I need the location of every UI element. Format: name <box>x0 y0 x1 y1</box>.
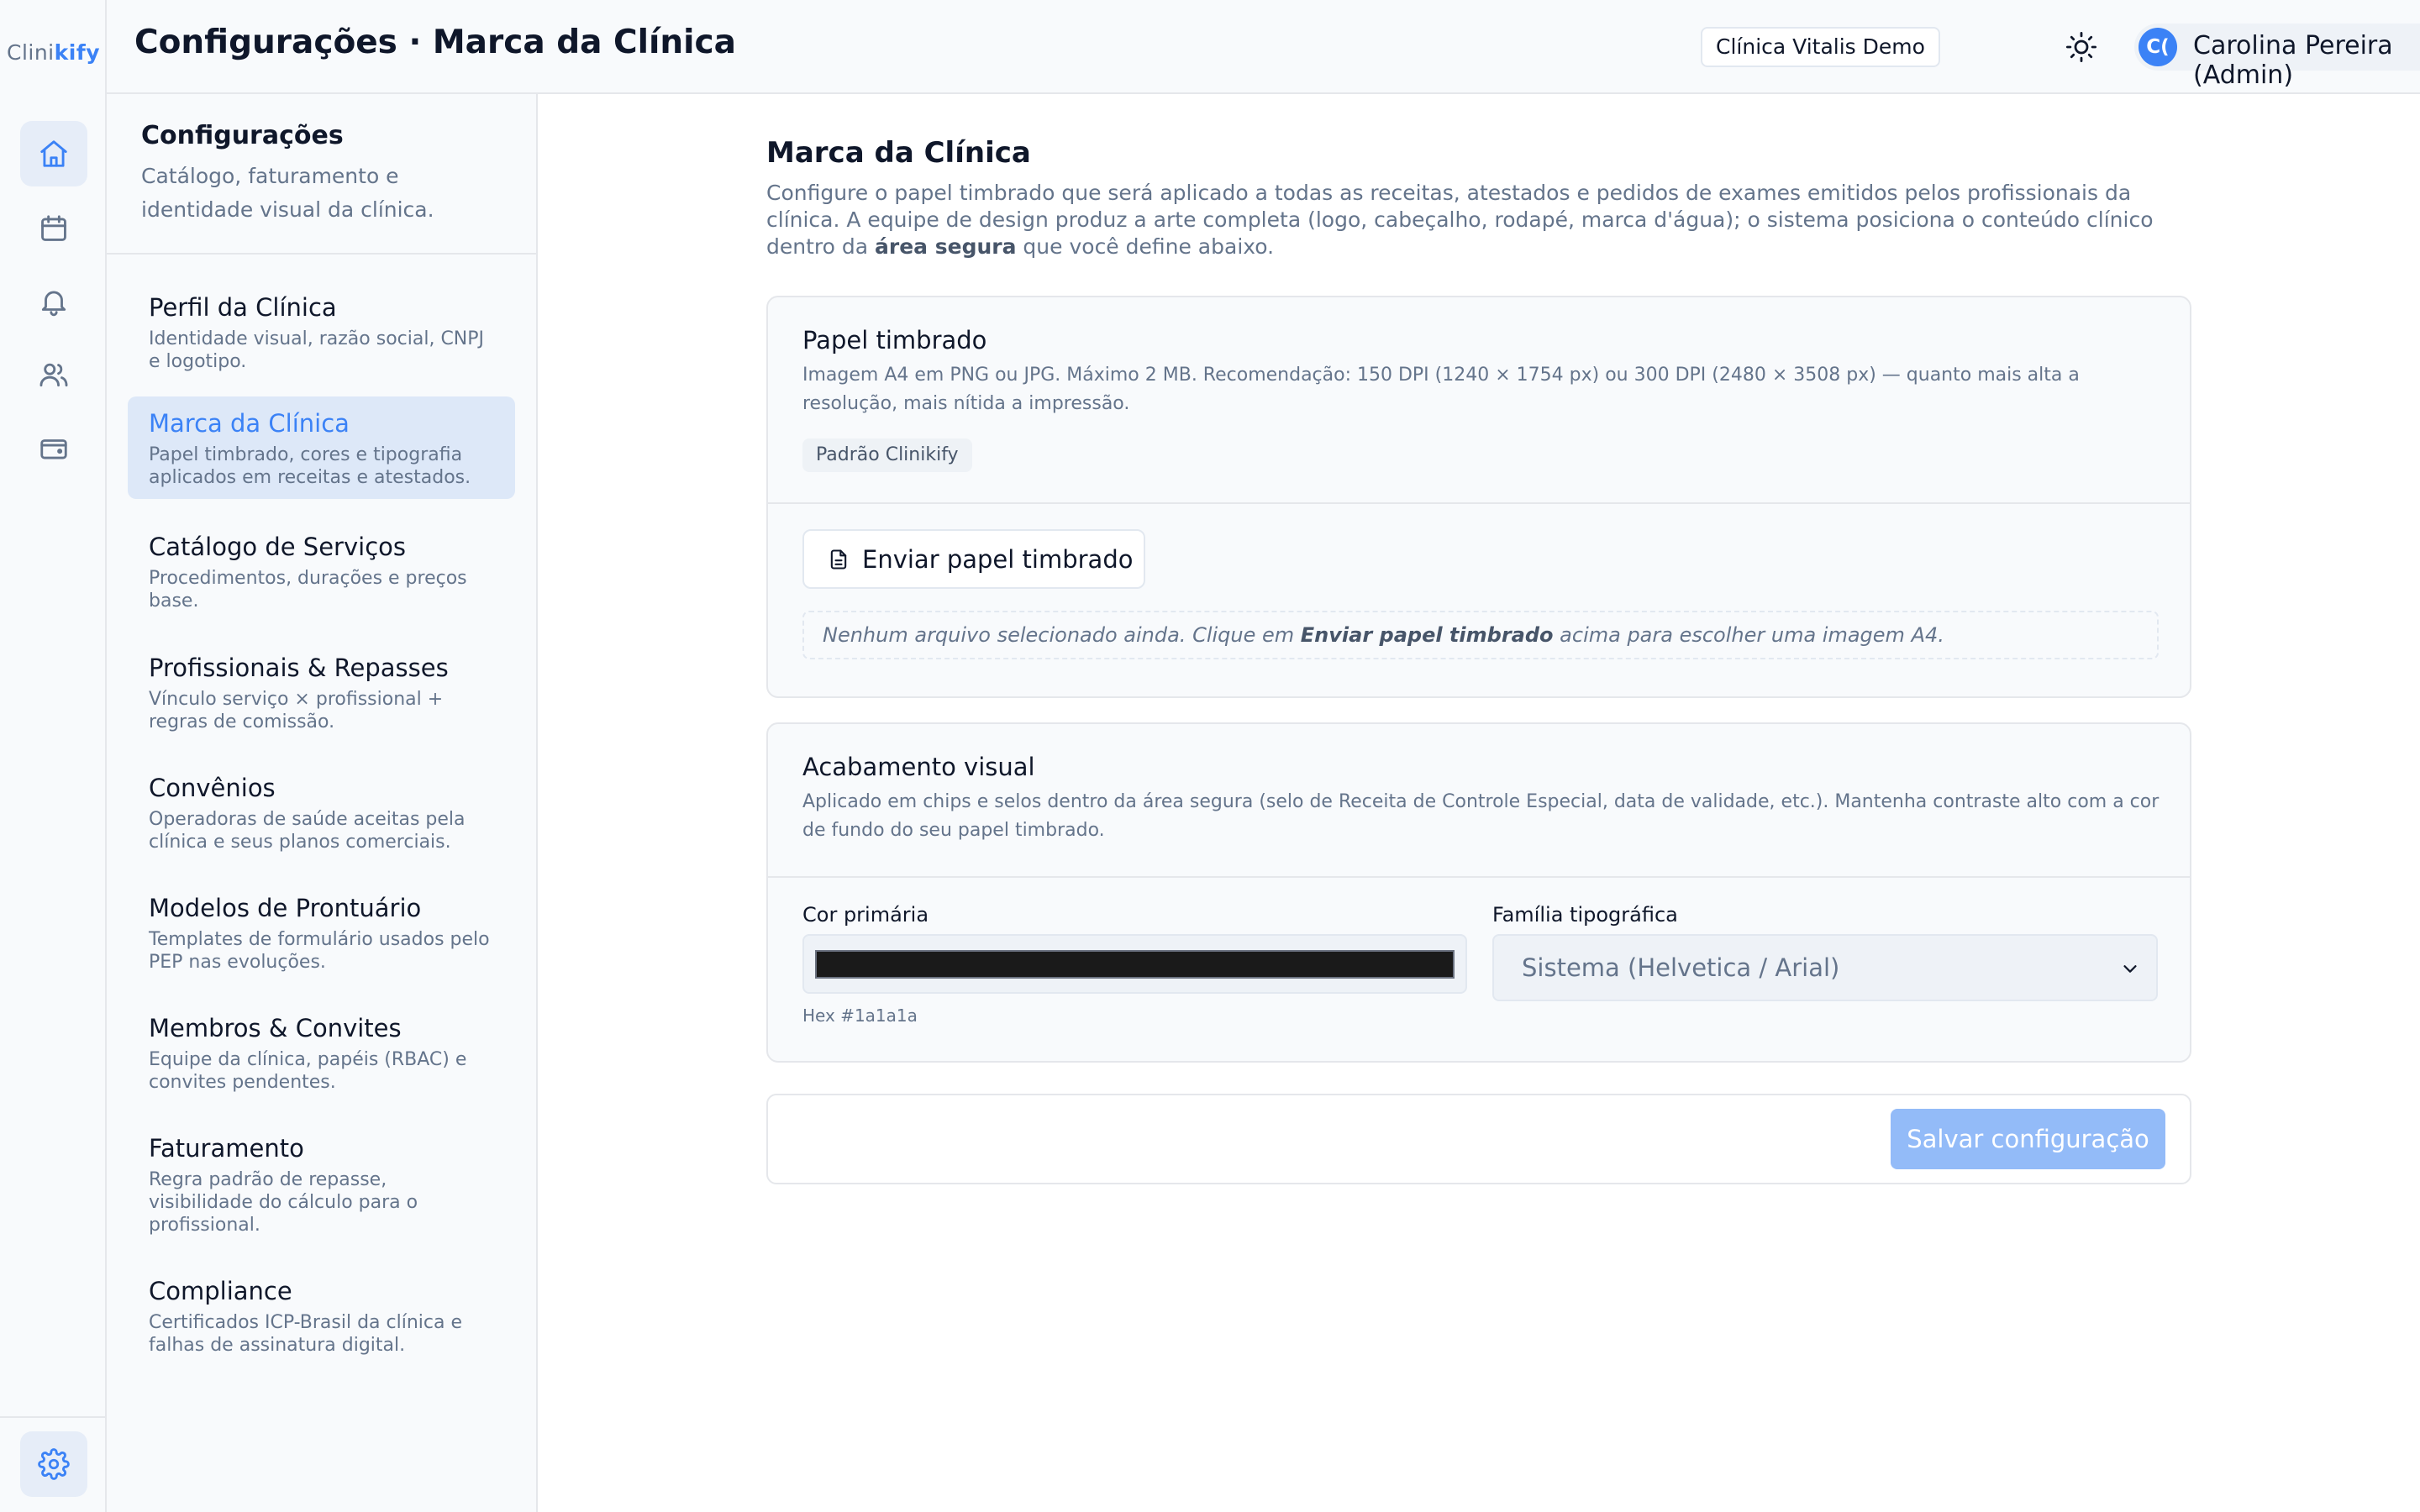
status-badge: Padrão Clinikify <box>802 438 972 472</box>
primary-color-picker[interactable] <box>802 934 1467 994</box>
nav-item-perfil-da-clinica[interactable]: Perfil da Clínica Identidade visual, raz… <box>128 281 515 383</box>
nav-item-label: Faturamento <box>149 1134 304 1163</box>
save-configuration-button[interactable]: Salvar configuração <box>1891 1109 2165 1169</box>
rail-divider <box>0 1416 107 1418</box>
nav-item-convenios[interactable]: Convênios Operadoras de saúde aceitas pe… <box>128 761 515 864</box>
section-description: Configure o papel timbrado que será apli… <box>766 181 2154 259</box>
visual-finish-description: Aplicado em chips e selos dentro da área… <box>802 791 2160 841</box>
rail-calendar-button[interactable] <box>20 196 87 261</box>
hex-value-note: Hex #1a1a1a <box>802 1005 918 1026</box>
bell-icon <box>41 291 66 317</box>
color-swatch <box>815 950 1455 979</box>
gear-icon <box>38 1448 70 1480</box>
nav-item-label: Profissionais & Repasses <box>149 654 449 682</box>
nav-item-label: Compliance <box>149 1277 292 1305</box>
font-family-select[interactable]: Sistema (Helvetica / Arial) <box>1492 934 2158 1001</box>
save-bar: Salvar configuração <box>766 1094 2191 1184</box>
nav-item-compliance[interactable]: Compliance Certificados ICP-Brasil da cl… <box>128 1264 515 1367</box>
top-bar: Configurações · Marca da Clínica Clínica… <box>107 0 2420 94</box>
upload-letterhead-button[interactable]: Enviar papel timbrado <box>802 529 1145 589</box>
nav-item-label: Catálogo de Serviços <box>149 533 406 561</box>
nav-item-description: Regra padrão de repasse, visibilidade do… <box>149 1169 418 1236</box>
visual-finish-card: Acabamento visual Aplicado em chips e se… <box>766 722 2191 1063</box>
nav-item-description: Certificados ICP-Brasil da clínica e fal… <box>149 1312 463 1356</box>
app-logo[interactable]: Clinikify <box>0 40 107 65</box>
nav-item-description: Equipe da clínica, papéis (RBAC) e convi… <box>149 1049 467 1093</box>
empty-file-notice: Nenhum arquivo selecionado ainda. Clique… <box>802 611 2159 659</box>
nav-item-modelos-de-prontuario[interactable]: Modelos de Prontuário Templates de formu… <box>128 881 515 984</box>
nav-item-catalogo-de-servicos[interactable]: Catálogo de Serviços Procedimentos, dura… <box>128 520 515 622</box>
settings-nav-description: Catálogo, faturamento e identidade visua… <box>141 164 434 222</box>
nav-item-description: Identidade visual, razão social, CNPJ e … <box>149 328 485 372</box>
nav-item-membros-convites[interactable]: Membros & Convites Equipe da clínica, pa… <box>128 1001 515 1104</box>
main-content: Marca da Clínica Configure o papel timbr… <box>538 94 2420 1512</box>
file-icon <box>830 549 847 570</box>
nav-item-description: Templates de formulário usados pelo PEP … <box>149 929 490 973</box>
visual-finish-title: Acabamento visual <box>802 753 1035 781</box>
letterhead-card: Papel timbrado Imagem A4 em PNG ou JPG. … <box>766 296 2191 698</box>
nav-item-label: Membros & Convites <box>149 1014 402 1042</box>
calendar-icon <box>41 215 66 241</box>
users-icon <box>39 363 68 387</box>
nav-item-description: Papel timbrado, cores e tipografia aplic… <box>149 444 471 488</box>
settings-nav: Configurações Catálogo, faturamento e id… <box>107 94 538 1512</box>
font-family-label: Família tipográfica <box>1492 903 1678 927</box>
icon-rail: Clinikify <box>0 0 107 1512</box>
letterhead-description: Imagem A4 em PNG ou JPG. Máximo 2 MB. Re… <box>802 365 2080 414</box>
chevron-down-icon <box>2123 965 2137 973</box>
nav-item-label: Convênios <box>149 774 276 802</box>
page-title: Configurações · Marca da Clínica <box>134 24 736 61</box>
upload-button-label: Enviar papel timbrado <box>862 544 1134 574</box>
letterhead-card-header: Papel timbrado Imagem A4 em PNG ou JPG. … <box>768 297 2190 504</box>
rail-wallet-button[interactable] <box>20 416 87 481</box>
visual-finish-card-header: Acabamento visual Aplicado em chips e se… <box>768 724 2190 878</box>
user-menu[interactable]: C( Carolina Pereira (Admin) <box>2134 24 2420 90</box>
rail-settings-button[interactable] <box>20 1431 87 1497</box>
nav-item-faturamento[interactable]: Faturamento Regra padrão de repasse, vis… <box>128 1121 515 1247</box>
primary-color-label: Cor primária <box>802 903 929 927</box>
wallet-icon <box>40 439 67 459</box>
nav-item-description: Operadoras de saúde aceitas pela clínica… <box>149 809 466 853</box>
nav-item-description: Procedimentos, durações e preços base. <box>149 568 467 612</box>
nav-item-profissionais-repasses[interactable]: Profissionais & Repasses Vínculo serviço… <box>128 641 515 743</box>
user-name: Carolina Pereira (Admin) <box>2193 31 2393 90</box>
settings-nav-title: Configurações <box>141 121 344 150</box>
letterhead-title: Papel timbrado <box>802 326 987 354</box>
nav-item-marca-da-clinica[interactable]: Marca da Clínica Papel timbrado, cores e… <box>128 396 515 499</box>
nav-item-label: Marca da Clínica <box>149 409 350 438</box>
rail-notifications-button[interactable] <box>20 269 87 334</box>
theme-toggle-button[interactable] <box>2064 29 2099 65</box>
clinic-selector[interactable]: Clínica Vitalis Demo <box>1701 27 1940 67</box>
sun-icon <box>2065 31 2097 63</box>
rail-home-button[interactable] <box>20 121 87 186</box>
home-icon <box>40 140 67 167</box>
nav-item-description: Vínculo serviço × profissional + regras … <box>149 689 444 732</box>
nav-item-label: Perfil da Clínica <box>149 293 337 322</box>
rail-users-button[interactable] <box>20 342 87 407</box>
avatar: C( <box>2139 28 2177 66</box>
nav-item-label: Modelos de Prontuário <box>149 894 422 922</box>
settings-nav-header: Configurações Catálogo, faturamento e id… <box>107 94 536 255</box>
section-title: Marca da Clínica <box>766 136 1031 170</box>
font-family-value: Sistema (Helvetica / Arial) <box>1522 953 1840 982</box>
